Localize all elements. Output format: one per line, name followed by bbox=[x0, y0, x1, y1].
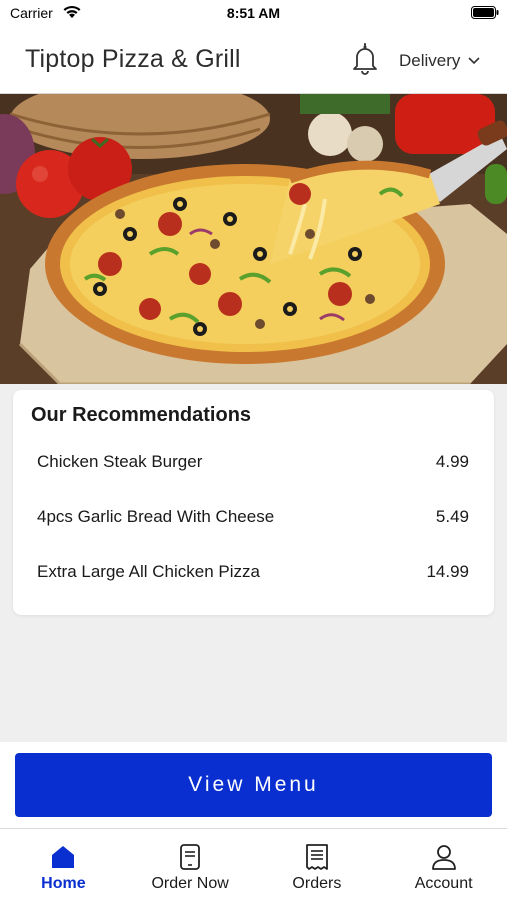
recommendation-item[interactable]: 4pcs Garlic Bread With Cheese 5.49 bbox=[13, 501, 494, 556]
item-price: 5.49 bbox=[435, 507, 469, 526]
tab-label: Order Now bbox=[151, 875, 229, 892]
tab-label: Home bbox=[41, 875, 86, 892]
recommendations-list: Chicken Steak Burger 4.99 4pcs Garlic Br… bbox=[13, 446, 494, 611]
bottom-action-area: View Menu bbox=[0, 742, 507, 828]
bell-icon bbox=[353, 43, 377, 75]
order-now-icon bbox=[180, 844, 201, 870]
status-time: 8:51 AM bbox=[226, 5, 281, 21]
tab-account[interactable]: Account bbox=[380, 829, 507, 900]
view-menu-button[interactable]: View Menu bbox=[15, 753, 492, 817]
bottom-tab-bar: Home Order Now Orders Account bbox=[0, 828, 507, 900]
item-name: 4pcs Garlic Bread With Cheese bbox=[37, 507, 275, 526]
tab-orders[interactable]: Orders bbox=[254, 829, 381, 900]
item-name: Extra Large All Chicken Pizza bbox=[37, 562, 260, 581]
tab-order-now[interactable]: Order Now bbox=[127, 829, 254, 900]
pizza-illustration bbox=[0, 94, 507, 384]
notifications-button[interactable] bbox=[350, 42, 380, 76]
status-bar: Carrier 8:51 AM bbox=[0, 0, 507, 26]
recommendations-card: Our Recommendations Chicken Steak Burger… bbox=[13, 390, 494, 615]
delivery-mode-selector[interactable]: Delivery bbox=[399, 50, 480, 72]
restaurant-title: Tiptop Pizza & Grill bbox=[25, 45, 241, 73]
chevron-down-icon bbox=[468, 57, 480, 65]
orders-receipt-icon bbox=[305, 844, 328, 870]
home-icon bbox=[52, 846, 75, 868]
recommendation-item[interactable]: Extra Large All Chicken Pizza 14.99 bbox=[13, 556, 494, 611]
recommendation-item[interactable]: Chicken Steak Burger 4.99 bbox=[13, 446, 494, 501]
battery-icon bbox=[471, 6, 499, 19]
delivery-mode-label: Delivery bbox=[399, 51, 461, 70]
item-name: Chicken Steak Burger bbox=[37, 452, 203, 471]
tab-home[interactable]: Home bbox=[0, 829, 127, 900]
tab-label: Orders bbox=[292, 875, 342, 892]
tab-label: Account bbox=[414, 875, 473, 892]
item-price: 4.99 bbox=[435, 452, 469, 471]
hero-pizza-image bbox=[0, 94, 507, 384]
app-header: Tiptop Pizza & Grill Delivery bbox=[0, 26, 507, 94]
recommendations-title: Our Recommendations bbox=[31, 404, 252, 426]
account-person-icon bbox=[431, 845, 456, 870]
item-price: 14.99 bbox=[426, 562, 469, 581]
